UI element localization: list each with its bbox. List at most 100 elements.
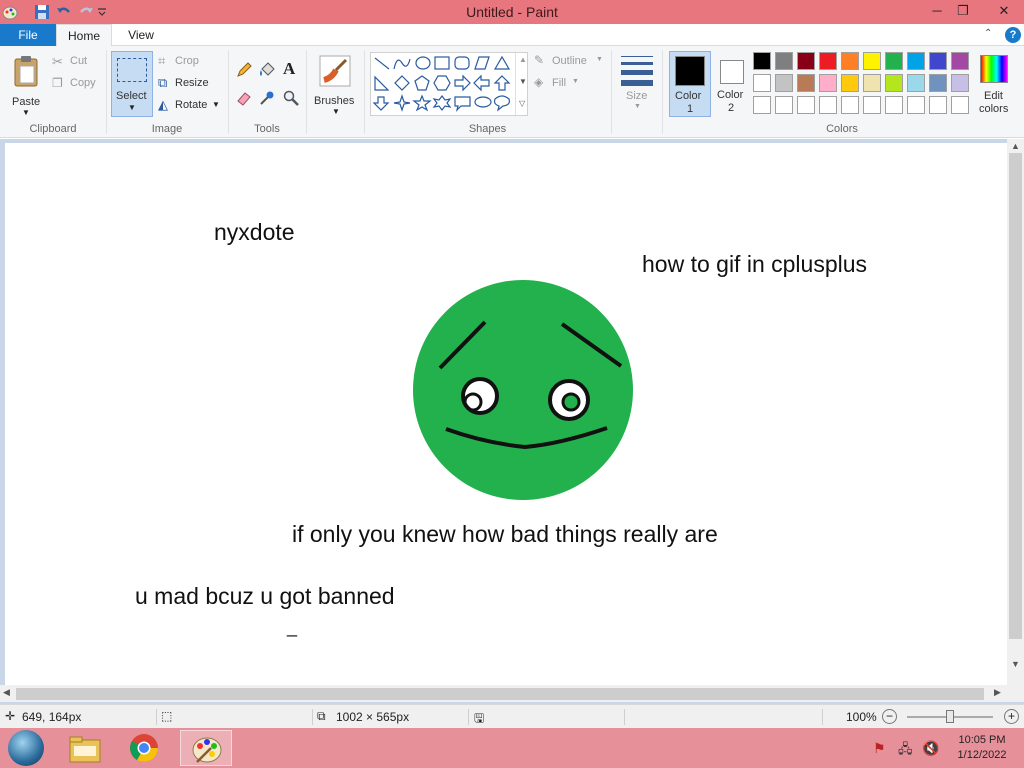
- palette-swatch[interactable]: [819, 96, 837, 114]
- palette-swatch[interactable]: [775, 52, 793, 70]
- edit-colors-label: Edit: [984, 90, 1003, 102]
- palette-swatch[interactable]: [929, 74, 947, 92]
- crop-button[interactable]: ⌗ Crop: [158, 53, 218, 70]
- canvas-text-u-mad: u mad bcuz u got banned: [135, 583, 395, 609]
- eraser-icon[interactable]: [236, 90, 252, 106]
- horizontal-scroll-thumb[interactable]: [16, 688, 984, 700]
- canvas-text-how-to-gif: how to gif in cplusplus: [642, 251, 868, 277]
- brushes-label: Brushes: [314, 95, 355, 107]
- scissors-icon: ✂: [52, 54, 63, 69]
- color2-button[interactable]: Color 2: [714, 51, 750, 117]
- palette-swatch[interactable]: [885, 96, 903, 114]
- color1-button[interactable]: Color 1: [669, 51, 711, 117]
- palette-swatch[interactable]: [797, 96, 815, 114]
- separator: [106, 50, 107, 134]
- tab-home[interactable]: Home: [56, 24, 112, 47]
- ribbon-tabs: File Home View ⌃ ?: [0, 24, 1024, 47]
- palette-swatch[interactable]: [907, 52, 925, 70]
- drawing-canvas[interactable]: nyxdote how to gif in cplusplus if only …: [5, 143, 1007, 685]
- palette-swatch[interactable]: [775, 96, 793, 114]
- network-icon[interactable]: 🖧: [898, 740, 913, 762]
- scroll-left-arrow-icon[interactable]: ◀: [3, 687, 10, 698]
- action-center-flag-icon[interactable]: ⚑: [873, 740, 886, 757]
- separator: [306, 50, 307, 134]
- scroll-up-arrow-icon[interactable]: ▲: [1011, 141, 1020, 151]
- color-picker-icon[interactable]: [259, 90, 275, 106]
- zoom-out-button[interactable]: −: [882, 709, 897, 724]
- palette-swatch[interactable]: [775, 74, 793, 92]
- resize-icon: ⧉: [158, 75, 168, 90]
- palette-swatch[interactable]: [797, 52, 815, 70]
- scroll-right-arrow-icon[interactable]: ▶: [994, 687, 1001, 698]
- palette-swatch[interactable]: [753, 52, 771, 70]
- outline-button[interactable]: ✎ Outline ▼: [534, 53, 606, 70]
- edit-colors-button[interactable]: Edit colors: [977, 52, 1011, 118]
- volume-muted-icon[interactable]: 🔇: [922, 740, 939, 757]
- minimize-ribbon-icon[interactable]: ⌃: [984, 28, 992, 39]
- vertical-scrollbar[interactable]: ▲ ▼: [1007, 139, 1024, 687]
- vertical-scroll-thumb[interactable]: [1009, 153, 1022, 639]
- pencil-icon[interactable]: [236, 62, 252, 78]
- palette-swatch[interactable]: [885, 52, 903, 70]
- palette-swatch[interactable]: [819, 74, 837, 92]
- scroll-down-arrow-icon[interactable]: ▼: [1011, 659, 1020, 669]
- horizontal-scrollbar[interactable]: ◀ ▶: [0, 685, 1024, 702]
- fill-button[interactable]: ◈ Fill ▼: [534, 75, 594, 92]
- palette-swatch[interactable]: [907, 74, 925, 92]
- file-explorer-taskbar-button[interactable]: [60, 730, 112, 766]
- palette-swatch[interactable]: [951, 96, 969, 114]
- start-button[interactable]: [8, 730, 44, 766]
- tools-group-label: Tools: [254, 123, 280, 135]
- palette-swatch[interactable]: [863, 74, 881, 92]
- palette-swatch[interactable]: [819, 52, 837, 70]
- palette-swatch[interactable]: [951, 52, 969, 70]
- resize-button[interactable]: ⧉ Resize: [158, 75, 218, 92]
- tab-view[interactable]: View: [114, 24, 168, 46]
- palette-swatch[interactable]: [753, 74, 771, 92]
- paste-button[interactable]: Paste ▼: [8, 52, 46, 117]
- fill-bucket-icon[interactable]: [259, 62, 275, 78]
- shapes-scroll[interactable]: ▲ ▼ ▽: [515, 53, 528, 115]
- scroll-down-icon[interactable]: ▼: [519, 77, 527, 86]
- restore-button[interactable]: ❐: [948, 2, 978, 20]
- select-button[interactable]: Select ▼: [111, 51, 153, 117]
- rotate-button[interactable]: ◭ Rotate ▼: [158, 97, 224, 114]
- size-line-icon: [621, 80, 653, 86]
- palette-swatch[interactable]: [841, 74, 859, 92]
- shapes-gallery[interactable]: ▲ ▼ ▽: [370, 52, 528, 116]
- chrome-icon: [130, 734, 158, 762]
- scroll-up-icon[interactable]: ▲: [519, 55, 527, 64]
- palette-swatch[interactable]: [951, 74, 969, 92]
- paint-taskbar-button[interactable]: [180, 730, 232, 766]
- palette-swatch[interactable]: [797, 74, 815, 92]
- tab-file[interactable]: File: [0, 24, 56, 46]
- palette-swatch[interactable]: [885, 74, 903, 92]
- face-circle: [413, 280, 633, 500]
- chrome-taskbar-button[interactable]: [118, 730, 170, 766]
- zoom-in-button[interactable]: +: [1004, 709, 1019, 724]
- colors-group-label: Colors: [826, 123, 858, 135]
- palette-swatch[interactable]: [863, 52, 881, 70]
- palette-swatch[interactable]: [907, 96, 925, 114]
- palette-swatch[interactable]: [841, 96, 859, 114]
- magnifier-icon[interactable]: [283, 90, 299, 106]
- text-tool-icon[interactable]: A: [283, 59, 299, 78]
- palette-swatch[interactable]: [841, 52, 859, 70]
- copy-button[interactable]: ❐ Copy: [52, 76, 102, 92]
- brushes-button[interactable]: Brushes ▼: [312, 51, 358, 117]
- clock-time: 10:05 PM: [958, 734, 1006, 746]
- zoom-slider-thumb[interactable]: [946, 710, 954, 723]
- cut-button[interactable]: ✂ Cut: [52, 54, 102, 70]
- separator: [662, 50, 663, 134]
- separator: [228, 50, 229, 134]
- shapes-group-label: Shapes: [468, 123, 507, 135]
- palette-swatch[interactable]: [863, 96, 881, 114]
- size-button[interactable]: Size ▼: [618, 52, 656, 114]
- palette-swatch[interactable]: [753, 96, 771, 114]
- expand-gallery-icon[interactable]: ▽: [519, 99, 525, 108]
- palette-swatch[interactable]: [929, 96, 947, 114]
- palette-swatch[interactable]: [929, 52, 947, 70]
- help-icon[interactable]: ?: [1005, 27, 1021, 43]
- close-button[interactable]: ✕: [984, 2, 1024, 20]
- taskbar-clock[interactable]: 10:05 PM 1/12/2022: [946, 733, 1018, 763]
